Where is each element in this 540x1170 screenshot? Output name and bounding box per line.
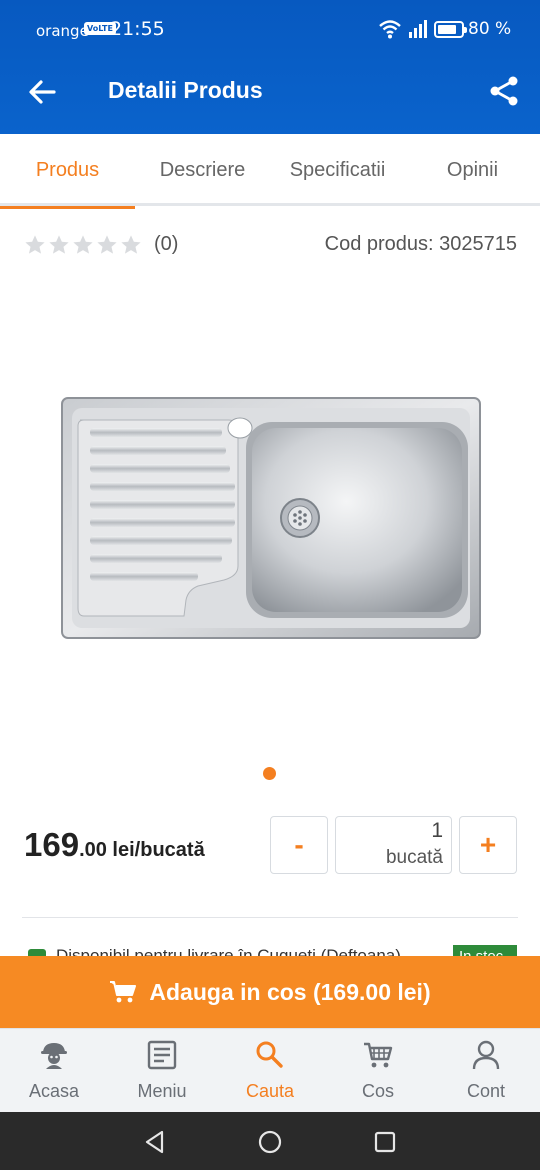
- tab-opinii[interactable]: Opinii: [405, 134, 540, 206]
- nav-label: Meniu: [137, 1081, 187, 1101]
- rating-stars: [24, 234, 142, 256]
- system-navigation-bar: [0, 1112, 540, 1170]
- bottom-navigation: Acasa Meniu Cauta Cos Cont: [0, 1028, 540, 1112]
- quantity-unit: bucată: [385, 847, 443, 868]
- product-code: Cod produs: 3025715: [324, 233, 517, 255]
- tab-specificatii[interactable]: Specificatii: [270, 134, 405, 206]
- nav-cauta[interactable]: Cauta: [216, 1029, 324, 1113]
- carrier-name: orange: [36, 22, 89, 40]
- signal-icon: [409, 20, 427, 38]
- home-circle-icon[interactable]: [257, 1129, 283, 1155]
- back-triangle-icon[interactable]: [142, 1129, 168, 1155]
- review-count[interactable]: (0): [154, 233, 178, 256]
- stainless-steel-sink-image[interactable]: [48, 376, 494, 646]
- tab-produs[interactable]: Produs: [0, 134, 135, 209]
- star-icon: [121, 235, 141, 254]
- add-to-cart-label: Adauga in cos (169.00 lei): [149, 978, 431, 1005]
- nav-label: Cos: [361, 1081, 394, 1101]
- star-icon: [97, 235, 117, 254]
- cart-icon: [364, 1042, 393, 1068]
- price-decimal: .00: [79, 839, 107, 861]
- availability-row: Disponibil pentru livrare în Cugueti (De…: [28, 943, 518, 957]
- quantity-increase-button[interactable]: +: [459, 816, 517, 874]
- nav-label: Cauta: [245, 1081, 295, 1101]
- carousel-indicator[interactable]: [263, 767, 276, 780]
- product-tabs: Produs Descriere Specificatii Opinii: [0, 134, 540, 209]
- recents-square-icon[interactable]: [372, 1129, 398, 1155]
- share-icon[interactable]: [488, 75, 520, 107]
- nav-acasa[interactable]: Acasa: [0, 1029, 108, 1113]
- status-time: 21:55: [110, 18, 165, 40]
- quantity-field[interactable]: 1 bucată: [335, 816, 452, 874]
- cart-icon: [110, 981, 137, 1003]
- status-bar: orange VoLTE 21:55 80 %: [0, 0, 540, 60]
- price-unit: lei/bucată: [106, 839, 205, 861]
- nav-meniu[interactable]: Meniu: [108, 1029, 216, 1113]
- app-header: orange VoLTE 21:55 80 % Detalii Produs: [0, 0, 540, 134]
- nav-cont[interactable]: Cont: [432, 1029, 540, 1113]
- wifi-icon: [379, 20, 401, 39]
- page-title: Detalii Produs: [108, 77, 263, 103]
- user-icon: [472, 1040, 500, 1070]
- star-icon: [73, 235, 93, 254]
- price-integer: 169: [24, 826, 80, 863]
- battery-percent: 80 %: [468, 19, 512, 39]
- add-to-cart-button[interactable]: Adauga in cos (169.00 lei): [0, 956, 540, 1028]
- star-icon: [25, 235, 45, 254]
- nav-cos[interactable]: Cos: [324, 1029, 432, 1113]
- product-price: 169 .00 lei/bucată: [24, 826, 205, 864]
- arrow-left-icon[interactable]: [26, 76, 58, 108]
- star-icon: [49, 235, 69, 254]
- battery-icon: [434, 21, 467, 38]
- search-icon: [256, 1041, 283, 1068]
- divider: [22, 917, 518, 918]
- home-mascot-icon: [41, 1043, 67, 1069]
- nav-label: Cont: [466, 1081, 506, 1101]
- nav-label: Acasa: [28, 1081, 80, 1101]
- quantity-decrease-button[interactable]: -: [270, 816, 328, 874]
- quantity-value: 1: [431, 819, 443, 842]
- menu-list-icon: [147, 1040, 177, 1070]
- tab-descriere[interactable]: Descriere: [135, 134, 270, 206]
